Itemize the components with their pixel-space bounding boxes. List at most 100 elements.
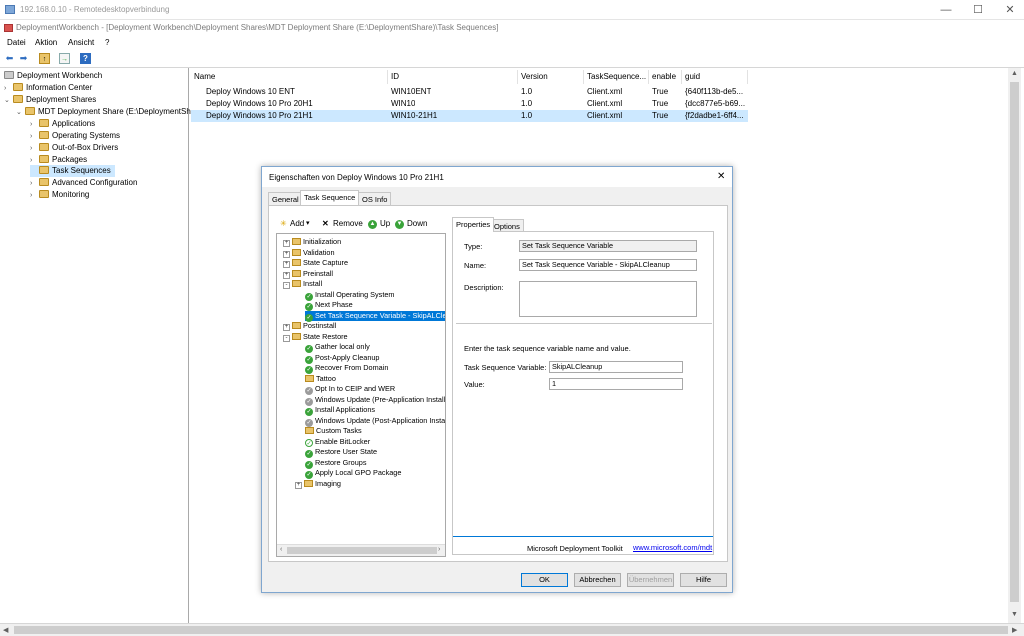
step-install-applications[interactable]: ✓ Install Applications [305, 405, 375, 416]
add-dropdown-icon[interactable]: ▾ [306, 219, 310, 227]
column-header-id[interactable]: ID [388, 70, 518, 84]
group-install[interactable]: - Install [283, 279, 322, 290]
step-gather[interactable]: ✓ Gather local only [305, 342, 370, 353]
remove-button[interactable]: Remove [333, 219, 363, 228]
step-install-os[interactable]: ✓ Install Operating System [305, 290, 395, 301]
column-header-name[interactable]: Name [191, 70, 388, 84]
scroll-right-icon[interactable]: ▶ [1012, 626, 1017, 634]
apply-button[interactable]: Übernehmen [627, 573, 674, 587]
horizontal-scrollbar[interactable]: ◀ ▶ [0, 623, 1024, 636]
scroll-thumb[interactable] [287, 547, 437, 554]
up-arrow-icon[interactable]: ▲ [368, 220, 377, 229]
expand-icon[interactable]: + [295, 481, 302, 489]
step-windows-update-pre[interactable]: ✓ Windows Update (Pre-Application Install… [305, 395, 445, 406]
step-restore-user-state[interactable]: ✓ Restore User State [305, 447, 377, 458]
table-row-selected[interactable]: Deploy Windows 10 Pro 21H1 WIN10-21H1 1.… [191, 110, 748, 122]
scroll-up-icon[interactable]: ▲ [1011, 70, 1018, 77]
chevron-right-icon[interactable]: › [30, 190, 39, 202]
group-imaging[interactable]: + Imaging [295, 479, 341, 490]
group-preinstall[interactable]: + Preinstall [283, 269, 333, 280]
scroll-thumb[interactable] [1010, 82, 1019, 602]
down-button[interactable]: Down [407, 219, 427, 228]
tab-general[interactable]: General [268, 192, 303, 205]
step-post-apply-cleanup[interactable]: ✓ Post-Apply Cleanup [305, 353, 380, 364]
tree-operating-systems[interactable]: › Operating Systems [30, 130, 120, 142]
back-arrow-icon[interactable]: ⬅ [4, 53, 15, 64]
value-field[interactable]: 1 [549, 378, 683, 390]
step-restore-groups[interactable]: ✓ Restore Groups [305, 458, 367, 469]
scroll-down-icon[interactable]: ▼ [1011, 611, 1018, 618]
step-windows-update-post[interactable]: ✓ Windows Update (Post-Application Instal… [305, 416, 445, 427]
tree-drivers[interactable]: › Out-of-Box Drivers [30, 142, 118, 154]
step-apply-gpo[interactable]: ✓ Apply Local GPO Package [305, 468, 401, 479]
step-next-phase[interactable]: ✓ Next Phase [305, 300, 353, 311]
menu-ansicht[interactable]: Ansicht [68, 38, 94, 47]
collapse-icon[interactable]: - [283, 282, 290, 289]
expand-icon[interactable]: + [283, 250, 290, 258]
up-folder-icon[interactable]: ↑ [39, 53, 50, 64]
tab-os-info[interactable]: OS Info [358, 192, 392, 205]
tree-advanced-configuration[interactable]: › Advanced Configuration [30, 177, 137, 189]
step-enable-bitlocker[interactable]: ✓ Enable BitLocker [305, 437, 370, 448]
help-icon[interactable]: ? [80, 53, 91, 64]
close-icon[interactable]: ✕ [994, 0, 1024, 20]
group-state-restore[interactable]: - State Restore [283, 332, 348, 343]
tree-mdt-share[interactable]: ⌄ MDT Deployment Share (E:\DeploymentSh [16, 106, 191, 118]
step-set-variable-selected[interactable]: ✓ Set Task Sequence Variable - SkipALCle [305, 310, 445, 322]
menu-datei[interactable]: Datei [7, 38, 26, 47]
minimize-icon[interactable]: — [930, 0, 962, 20]
steps-horizontal-scrollbar[interactable]: ‹ › [277, 544, 445, 556]
collapse-icon[interactable]: - [283, 334, 290, 342]
expand-icon[interactable]: + [283, 261, 290, 268]
tab-properties[interactable]: Properties [452, 217, 495, 232]
group-state-capture[interactable]: + State Capture [283, 258, 348, 269]
expand-icon[interactable]: + [283, 324, 290, 331]
step-recover-from-domain[interactable]: ✓ Recover From Domain [305, 363, 388, 374]
table-row[interactable]: Deploy Windows 10 ENT WIN10ENT 1.0 Clien… [191, 86, 751, 98]
add-icon[interactable]: ✳ [280, 219, 287, 228]
name-field[interactable]: Set Task Sequence Variable - SkipALClean… [519, 259, 697, 271]
tab-task-sequence[interactable]: Task Sequence [300, 190, 360, 205]
scroll-left-icon[interactable]: ◀ [3, 626, 8, 634]
tree-root[interactable]: Deployment Workbench [4, 70, 102, 82]
group-initialization[interactable]: + Initialization [283, 237, 341, 248]
group-custom-tasks[interactable]: Custom Tasks [305, 426, 362, 437]
expand-icon[interactable]: + [283, 271, 290, 279]
maximize-icon[interactable]: ☐ [962, 0, 994, 20]
expand-icon[interactable]: + [283, 240, 290, 247]
tree-applications[interactable]: › Applications [30, 118, 95, 130]
vertical-scrollbar[interactable]: ▲ ▼ [1008, 68, 1021, 623]
menu-help[interactable]: ? [105, 38, 109, 47]
column-header-version[interactable]: Version [518, 70, 584, 84]
dialog-close-icon[interactable]: ✕ [717, 171, 725, 182]
chevron-down-icon[interactable]: ⌄ [4, 95, 13, 107]
description-field[interactable] [519, 281, 697, 317]
table-row[interactable]: Deploy Windows 10 Pro 20H1 WIN10 1.0 Cli… [191, 98, 751, 110]
scroll-right-icon[interactable]: › [438, 546, 440, 553]
tree-information-center[interactable]: › Information Center [4, 82, 92, 94]
tree-task-sequences[interactable]: Task Sequences [30, 165, 115, 177]
add-button[interactable]: Add [290, 219, 304, 228]
column-header-guid[interactable]: guid [682, 70, 748, 84]
group-postinstall[interactable]: + Postinstall [283, 321, 336, 332]
chevron-down-icon[interactable]: ⌄ [16, 107, 25, 119]
scroll-left-icon[interactable]: ‹ [280, 546, 282, 553]
column-header-tasksequence[interactable]: TaskSequence... [584, 70, 649, 84]
tree-deployment-shares[interactable]: ⌄ Deployment Shares [4, 94, 96, 106]
step-ceip[interactable]: ✓ Opt In to CEIP and WER [305, 384, 395, 395]
menu-aktion[interactable]: Aktion [35, 38, 57, 47]
group-tattoo[interactable]: Tattoo [305, 374, 336, 385]
forward-arrow-icon[interactable]: ➡ [18, 53, 29, 64]
variable-field[interactable]: SkipALCleanup [549, 361, 683, 373]
group-validation[interactable]: + Validation [283, 248, 335, 259]
column-header-enable[interactable]: enable [649, 70, 682, 84]
tree-monitoring[interactable]: › Monitoring [30, 189, 89, 201]
down-arrow-icon[interactable]: ▼ [395, 220, 404, 229]
scroll-thumb[interactable] [14, 626, 1008, 634]
cancel-button[interactable]: Abbrechen [574, 573, 621, 587]
help-button[interactable]: Hilfe [680, 573, 727, 587]
remove-icon[interactable]: ✕ [322, 219, 329, 228]
ok-button[interactable]: OK [521, 573, 568, 587]
mdt-link[interactable]: www.microsoft.com/mdt [633, 543, 712, 552]
up-button[interactable]: Up [380, 219, 390, 228]
